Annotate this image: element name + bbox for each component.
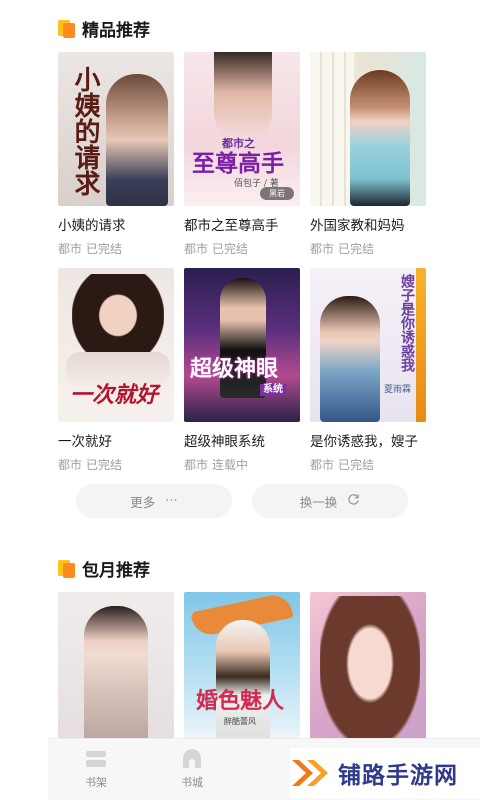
book-title: 一次就好 <box>58 434 112 450</box>
book-meta: 都市 已完结 <box>58 242 123 256</box>
nav-bookstore[interactable]: 书城 <box>162 749 222 790</box>
book-card[interactable] <box>58 592 174 746</box>
nav-label: 书架 <box>85 776 107 789</box>
refresh-button[interactable]: 换一换 <box>252 484 408 518</box>
cover-title-text: 小姨的请求 <box>70 66 100 196</box>
book-cover[interactable]: 都市之 至尊高手 佰包子 / 著 黑岩 <box>184 52 300 206</box>
cover-title-text: 婚色魅人 <box>196 688 285 714</box>
cover-title-text: 一次就好 <box>70 382 159 408</box>
book-cover[interactable] <box>310 52 426 206</box>
monthly-section-header: 包月推荐 <box>58 556 150 581</box>
book-card[interactable] <box>310 592 426 746</box>
book-card[interactable]: 都市之 至尊高手 佰包子 / 著 黑岩 都市之至尊高手 都市 已完结 <box>184 52 300 257</box>
book-cover[interactable]: 嫂子是你诱惑我 夏雨霖 <box>310 268 426 422</box>
more-button[interactable]: 更多 ··· <box>76 484 232 518</box>
book-card[interactable]: 小姨的请求 小姨的请求 都市 已完结 <box>58 52 174 257</box>
book-cover[interactable] <box>310 592 426 746</box>
refresh-label: 换一换 <box>299 494 338 510</box>
section-book-icon <box>58 19 76 38</box>
book-card[interactable]: 婚色魅人 醉酷蕾风 <box>184 592 300 746</box>
cover-author: 夏雨霖 <box>384 385 412 395</box>
section-book-icon <box>58 559 76 578</box>
cover-subtitle: 都市之 <box>222 137 255 150</box>
book-title: 超级神眼系统 <box>184 434 265 450</box>
nav-bookshelf[interactable]: 书架 <box>66 749 126 790</box>
more-label: 更多 <box>130 494 156 510</box>
book-meta: 都市 已完结 <box>184 242 249 256</box>
book-title: 是你诱惑我，嫂子 <box>310 434 418 450</box>
book-cover[interactable]: 小姨的请求 <box>58 52 174 206</box>
book-cover[interactable] <box>58 592 174 746</box>
book-title: 外国家教和妈妈 <box>310 218 405 234</box>
book-cover[interactable]: 婚色魅人 醉酷蕾风 <box>184 592 300 746</box>
book-card[interactable]: 嫂子是你诱惑我 夏雨霖 是你诱惑我，嫂子 都市 已完结 <box>310 268 426 473</box>
book-title: 都市之至尊高手 <box>184 218 279 234</box>
book-meta: 都市 已完结 <box>58 458 123 472</box>
watermark-text: 铺路手游网 <box>338 763 458 789</box>
cover-subtitle: 系统 <box>260 384 286 396</box>
bookstore-icon <box>183 749 201 768</box>
cover-title-text: 嫂子是你诱惑我 <box>399 274 415 372</box>
more-dots-icon: ··· <box>165 493 178 509</box>
book-card[interactable]: 超级神眼 系统 超级神眼系统 都市 连载中 <box>184 268 300 473</box>
book-card[interactable]: 外国家教和妈妈 都市 已完结 <box>310 52 426 257</box>
cover-author: 醉酷蕾风 <box>224 717 256 726</box>
nav-label: 书城 <box>181 776 203 789</box>
book-cover[interactable]: 超级神眼 系统 <box>184 268 300 422</box>
book-cover[interactable]: 一次就好 <box>58 268 174 422</box>
section-title: 包月推荐 <box>82 561 150 581</box>
book-meta: 都市 已完结 <box>310 242 375 256</box>
refresh-icon <box>347 493 360 510</box>
cover-title-text: 超级神眼 <box>190 356 279 382</box>
watermark: 铺路手游网 <box>290 748 480 798</box>
book-meta: 都市 已完结 <box>310 458 375 472</box>
featured-section-header: 精品推荐 <box>58 16 150 41</box>
publisher-badge: 黑岩 <box>260 187 294 200</box>
book-card[interactable]: 一次就好 一次就好 都市 已完结 <box>58 268 174 473</box>
watermark-logo-icon <box>292 760 328 786</box>
section-title: 精品推荐 <box>82 21 150 41</box>
cover-title-text: 至尊高手 <box>192 150 284 177</box>
bookshelf-icon <box>86 751 106 767</box>
book-title: 小姨的请求 <box>58 218 126 234</box>
book-meta: 都市 连载中 <box>184 458 249 472</box>
